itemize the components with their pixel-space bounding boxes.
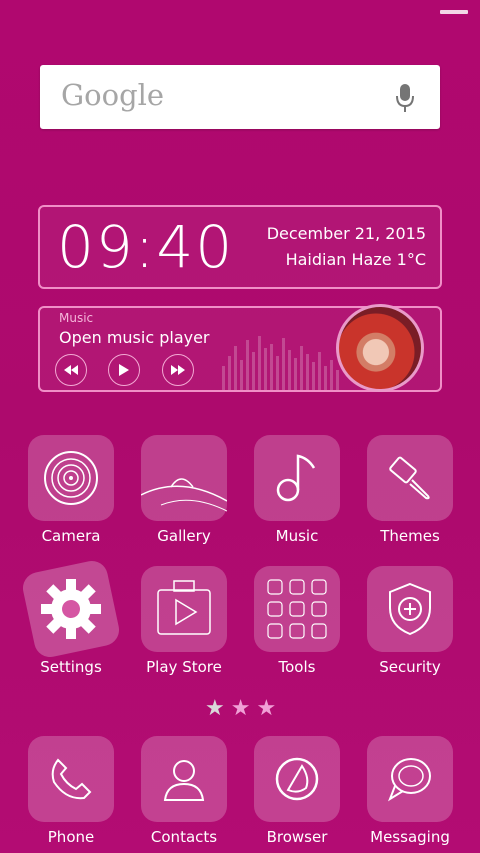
music-note-icon: [276, 454, 316, 502]
themes-tile[interactable]: [367, 435, 453, 521]
music-widget[interactable]: Music Open music player: [38, 304, 442, 392]
app-music[interactable]: Music: [254, 435, 340, 545]
dock-contacts[interactable]: Contacts: [141, 736, 227, 846]
app-label: Gallery: [157, 527, 211, 545]
app-label: Contacts: [150, 828, 218, 846]
shield-icon: [389, 582, 431, 636]
phone-icon: [51, 758, 92, 800]
app-themes[interactable]: Themes: [367, 435, 453, 545]
gear-icon: [41, 579, 101, 639]
clock-time: 09:40: [57, 213, 235, 281]
weather-info: Haidian Haze 1°C: [285, 250, 426, 269]
clock-date: December 21, 2015: [266, 224, 426, 243]
play-button[interactable]: [108, 354, 140, 386]
app-tools-folder[interactable]: Tools: [254, 566, 340, 676]
app-label: Phone: [47, 828, 95, 846]
camera-tile[interactable]: [28, 435, 114, 521]
paint-brush-icon: [389, 456, 430, 500]
rewind-icon: [64, 365, 78, 375]
app-label: Settings: [40, 658, 102, 676]
dock-messaging[interactable]: Messaging: [367, 736, 453, 846]
music-tile[interactable]: [254, 435, 340, 521]
page-indicator[interactable]: ★ ★ ★: [202, 696, 279, 721]
app-label: Browser: [266, 828, 328, 846]
app-gallery[interactable]: Gallery: [141, 435, 227, 545]
album-art-avatar[interactable]: [336, 304, 424, 392]
dock-browser[interactable]: Browser: [254, 736, 340, 846]
app-label: Themes: [380, 527, 440, 545]
browser-tile[interactable]: [254, 736, 340, 822]
app-security[interactable]: Security: [367, 566, 453, 676]
fast-forward-icon: [171, 365, 185, 375]
browser-globe-icon: [275, 757, 319, 801]
phone-tile[interactable]: [28, 736, 114, 822]
clock-weather-widget[interactable]: 09:40 December 21, 2015 Haidian Haze 1°C: [38, 205, 442, 289]
tools-folder-tile[interactable]: [254, 566, 340, 652]
page-dot[interactable]: ★: [231, 696, 251, 721]
contact-person-icon: [163, 760, 205, 801]
app-label: Tools: [278, 658, 316, 676]
music-widget-title[interactable]: Open music player: [59, 328, 210, 347]
dock-phone[interactable]: Phone: [28, 736, 114, 846]
messaging-tile[interactable]: [367, 736, 453, 822]
app-label: Music: [275, 527, 319, 545]
camera-icon: [44, 451, 98, 505]
google-logo: Google: [61, 78, 165, 112]
status-indicator: [440, 10, 468, 14]
app-label: Messaging: [370, 828, 450, 846]
tools-folder-icon: [267, 579, 327, 639]
app-label: Camera: [41, 527, 101, 545]
app-settings[interactable]: Settings: [19, 557, 123, 676]
gallery-icon: [141, 478, 227, 512]
play-store-tile[interactable]: [141, 566, 227, 652]
app-label: Security: [379, 658, 441, 676]
contacts-tile[interactable]: [141, 736, 227, 822]
app-play-store[interactable]: Play Store: [141, 566, 227, 676]
rewind-button[interactable]: [55, 354, 87, 386]
page-dot[interactable]: ★: [256, 696, 276, 721]
chat-bubble-icon: [388, 758, 431, 802]
security-tile[interactable]: [367, 566, 453, 652]
google-search-bar[interactable]: Google: [40, 65, 440, 129]
app-camera[interactable]: Camera: [28, 435, 114, 545]
play-store-icon: [157, 580, 211, 635]
settings-tile[interactable]: [19, 557, 123, 661]
gallery-tile[interactable]: [141, 435, 227, 521]
music-widget-tag: Music: [59, 311, 94, 325]
app-label: Play Store: [146, 658, 222, 676]
play-icon: [119, 364, 129, 376]
fast-forward-button[interactable]: [162, 354, 194, 386]
page-dot[interactable]: ★: [205, 696, 225, 721]
microphone-icon[interactable]: [394, 83, 416, 113]
